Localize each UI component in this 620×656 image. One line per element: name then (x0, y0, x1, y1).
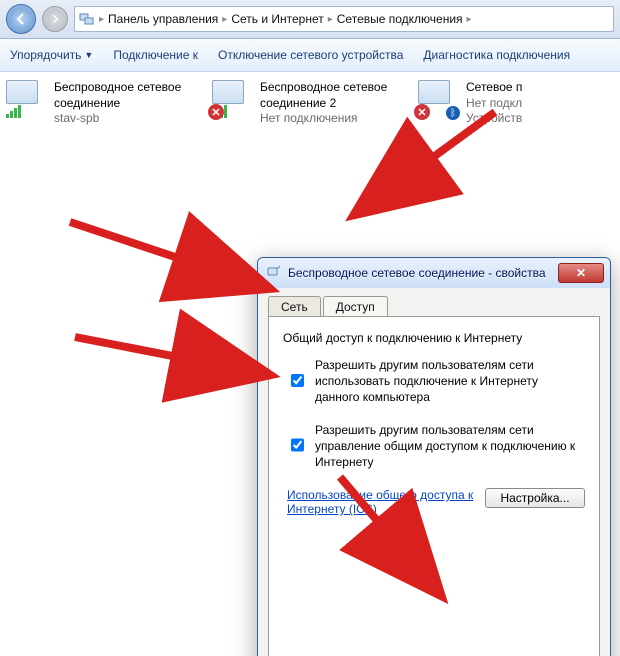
allow-sharing-checkbox[interactable] (291, 358, 304, 403)
connection-status: Нет подкл (466, 96, 528, 112)
group-title: Общий доступ к подключению к Интернету (283, 331, 585, 345)
connection-device: Устройств (466, 111, 528, 127)
dialog-titlebar[interactable]: Беспроводное сетевое соединение - свойст… (258, 258, 610, 288)
organize-label: Упорядочить (10, 48, 81, 62)
arrow-right-icon (50, 14, 60, 24)
tab-strip: Сеть Доступ (268, 296, 600, 317)
forward-button[interactable] (42, 6, 68, 32)
properties-dialog: Беспроводное сетевое соединение - свойст… (257, 257, 611, 656)
address-bar[interactable]: ▸ Панель управления ▸ Сеть и Интернет ▸ … (74, 6, 614, 32)
nav-bar: ▸ Панель управления ▸ Сеть и Интернет ▸ … (0, 0, 620, 39)
chevron-right-icon: ▸ (222, 14, 227, 25)
adapter-icon (266, 264, 282, 283)
allow-control-checkbox[interactable] (291, 423, 304, 468)
chevron-down-icon: ▼ (84, 50, 93, 60)
disable-device-button[interactable]: Отключение сетевого устройства (218, 48, 403, 62)
chevron-right-icon: ▸ (99, 14, 104, 25)
chevron-right-icon: ▸ (328, 14, 333, 25)
allow-sharing-label: Разрешить другим пользователям сети испо… (315, 357, 585, 406)
toolbar: Упорядочить ▼ Подключение к Отключение с… (0, 39, 620, 72)
tab-label: Доступ (336, 300, 375, 314)
breadcrumb-seg[interactable]: Панель управления (108, 12, 218, 26)
allow-sharing-checkbox-row[interactable]: Разрешить другим пользователям сети испо… (287, 357, 585, 406)
connection-item[interactable]: ✕ᛒ Сетевое п Нет подкл Устройств (418, 80, 528, 127)
connection-item[interactable]: ✕ Беспроводное сетевое соединение 2 Нет … (212, 80, 410, 127)
wifi-disconnected-icon: ✕ (212, 80, 252, 116)
ics-help-link[interactable]: Использование общего доступа к Интернету… (287, 488, 477, 516)
close-button[interactable]: ✕ (558, 263, 604, 283)
wifi-icon (6, 80, 46, 116)
connect-to-button[interactable]: Подключение к (113, 48, 198, 62)
tab-sharing[interactable]: Доступ (323, 296, 388, 317)
connection-title: Беспроводное сетевое соединение 2 (260, 80, 410, 111)
network-icon (79, 11, 95, 27)
breadcrumb-seg[interactable]: Сеть и Интернет (231, 12, 323, 26)
ethernet-bluetooth-icon: ✕ᛒ (418, 80, 458, 116)
connection-title: Сетевое п (466, 80, 528, 96)
breadcrumb-seg[interactable]: Сетевые подключения (337, 12, 463, 26)
settings-button[interactable]: Настройка... (485, 488, 585, 508)
content-pane: Беспроводное сетевое соединение stav-spb… (0, 72, 620, 656)
chevron-right-icon: ▸ (467, 14, 472, 25)
sharing-tab-pane: Общий доступ к подключению к Интернету Р… (268, 316, 600, 656)
allow-control-label: Разрешить другим пользователям сети упра… (315, 422, 585, 471)
connection-status: stav-spb (54, 111, 204, 127)
tab-label: Сеть (281, 300, 308, 314)
diagnose-label: Диагностика подключения (423, 48, 570, 62)
arrow-left-icon (14, 12, 28, 26)
connection-title: Беспроводное сетевое соединение (54, 80, 204, 111)
allow-control-checkbox-row[interactable]: Разрешить другим пользователям сети упра… (287, 422, 585, 471)
connection-item[interactable]: Беспроводное сетевое соединение stav-spb (6, 80, 204, 127)
disable-label: Отключение сетевого устройства (218, 48, 403, 62)
close-icon: ✕ (576, 266, 586, 280)
back-button[interactable] (6, 4, 36, 34)
diagnose-button[interactable]: Диагностика подключения (423, 48, 570, 62)
connect-label: Подключение к (113, 48, 198, 62)
settings-button-label: Настройка... (500, 491, 569, 505)
tab-network[interactable]: Сеть (268, 296, 321, 317)
organize-menu[interactable]: Упорядочить ▼ (10, 48, 93, 62)
connection-status: Нет подключения (260, 111, 410, 127)
dialog-title: Беспроводное сетевое соединение - свойст… (288, 266, 552, 280)
